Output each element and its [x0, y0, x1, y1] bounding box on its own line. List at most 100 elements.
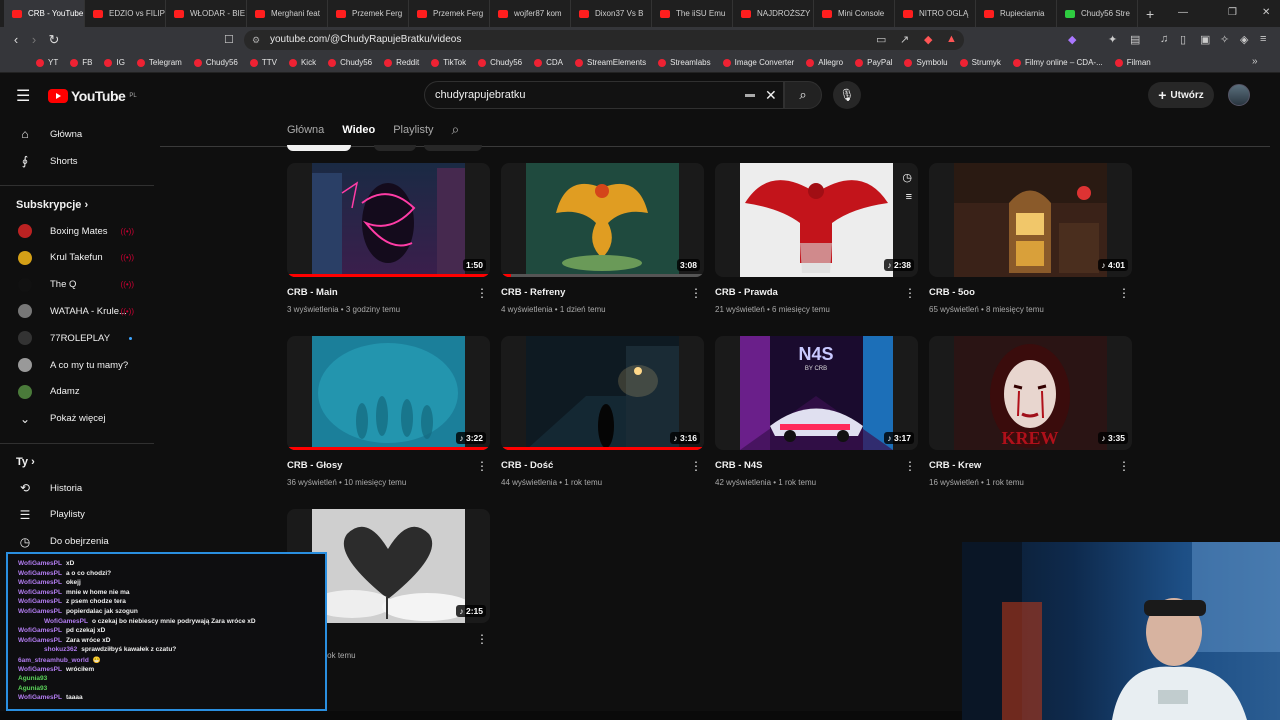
more-options-icon[interactable]: ⋮	[904, 287, 916, 299]
more-options-icon[interactable]: ⋮	[1118, 460, 1130, 472]
video-title[interactable]: CRB - Głosy	[287, 460, 342, 471]
sidebar-item[interactable]: ⟲ Historia	[0, 475, 154, 501]
menu-icon[interactable]: ≡	[1260, 33, 1266, 45]
sidebar-item[interactable]: A co my tu mamy?	[0, 352, 154, 378]
sidebar-item[interactable]: Krul Takefun ((•))	[0, 245, 154, 271]
more-bookmarks-icon[interactable]: »	[1252, 56, 1258, 67]
browser-tab[interactable]: Mini Console	[814, 0, 895, 27]
youtube-logo[interactable]: YouTube PL	[48, 88, 137, 104]
browser-tab[interactable]: Przemek Ferg	[409, 0, 490, 27]
bookmark-item[interactable]: Symbolu	[904, 58, 948, 67]
search-button[interactable]: ⌕	[784, 81, 822, 109]
bookmark-item[interactable]: CDA	[534, 58, 563, 67]
sidebar-item[interactable]: ⌄ Pokaż więcej	[0, 406, 154, 432]
bookmark-item[interactable]: Chudy56	[478, 58, 522, 67]
video-thumbnail[interactable]: KREW ♪ 3:35	[929, 336, 1132, 450]
search-input[interactable]: chudyrapujebratku ▬ ✕	[424, 81, 784, 109]
video-card[interactable]: 3:08 CRB - Refreny 4 wyświetlenia • 1 dzie…	[501, 163, 704, 323]
browser-tab[interactable]: Chudy56 Stre	[1057, 0, 1138, 27]
video-card[interactable]: ♪ 4:01 CRB - 5oo 65 wyświetleń • 8 miesięc…	[929, 163, 1132, 323]
sidebar-item[interactable]: ∮ Shorts	[0, 148, 154, 174]
share-icon[interactable]: ↗	[900, 33, 909, 46]
sidebar-item[interactable]: Adamz	[0, 379, 154, 405]
bookmark-star-icon[interactable]: ☐	[224, 33, 234, 46]
vpn-icon[interactable]: ◈	[1240, 33, 1248, 46]
browser-tab[interactable]: CRB - YouTube✕	[4, 0, 85, 27]
video-thumbnail[interactable]: 1:50	[287, 163, 490, 277]
video-thumbnail[interactable]: ♪ 4:01	[929, 163, 1132, 277]
bookmark-item[interactable]: Reddit	[384, 58, 419, 67]
close-window-icon[interactable]: ✕	[1262, 7, 1270, 18]
bookmark-item[interactable]: Strumyk	[959, 58, 1001, 67]
browser-tab[interactable]: Merghani feat	[247, 0, 328, 27]
video-title[interactable]: CRB - Prawda	[715, 287, 778, 298]
tab-home[interactable]: Główna	[287, 124, 324, 136]
video-title[interactable]: CRB - Refreny	[501, 287, 565, 298]
browser-tab[interactable]: NAJDROŻSZY	[733, 0, 814, 27]
bookmark-item[interactable]: TTV	[249, 58, 277, 67]
video-title[interactable]: CRB - Krew	[929, 460, 981, 471]
video-thumbnail[interactable]: ♪ 2:38 ◷ ≡	[715, 163, 918, 277]
browser-tab[interactable]: Rupieciarnia	[976, 0, 1057, 27]
wallet-icon[interactable]: ▣	[1200, 33, 1210, 46]
cast-icon[interactable]: ▭	[876, 33, 886, 46]
reader-icon[interactable]: ▯	[1180, 33, 1186, 46]
url-field[interactable]: ⚙ youtube.com/@ChudyRapujeBratku/videos	[244, 30, 964, 50]
puzzle-icon[interactable]: ✦	[1108, 33, 1117, 46]
bookmark-item[interactable]: Streamlabs	[658, 58, 711, 67]
site-info-icon[interactable]: ⚙	[252, 30, 260, 50]
browser-tab[interactable]: WŁODAR - BIE	[166, 0, 247, 27]
video-card[interactable]: ♪ 3:22 CRB - Głosy 36 wyświetleń • 10 mies…	[287, 336, 490, 496]
video-thumbnail[interactable]: ♪ 3:22	[287, 336, 490, 450]
browser-tab[interactable]: NITRO OGLĄ	[895, 0, 976, 27]
more-options-icon[interactable]: ⋮	[476, 287, 488, 299]
bookmark-item[interactable]: YT	[36, 58, 58, 67]
add-to-queue-icon[interactable]: ≡	[906, 191, 912, 203]
more-options-icon[interactable]: ⋮	[476, 633, 488, 645]
bookmark-item[interactable]: Allegro	[806, 58, 843, 67]
bookmark-item[interactable]: Chudy56	[328, 58, 372, 67]
filter-chip-oldest[interactable]	[424, 145, 482, 151]
video-thumbnail[interactable]: N4S BY CRB ♪ 3:17	[715, 336, 918, 450]
tab-videos[interactable]: Wideo	[342, 124, 375, 136]
bookmark-item[interactable]: Image Converter	[722, 58, 794, 67]
sidebar-icon[interactable]: ▤	[1130, 33, 1140, 46]
video-title[interactable]: CRB - Main	[287, 287, 338, 298]
channel-search-icon[interactable]: ⌕	[452, 121, 460, 138]
bookmark-item[interactable]: PayPal	[855, 58, 892, 67]
account-avatar[interactable]	[1228, 84, 1250, 106]
bookmark-item[interactable]: Chudy56	[193, 58, 238, 67]
bookmark-item[interactable]: TikTok	[431, 58, 466, 67]
rewards-icon[interactable]: ▲	[946, 33, 957, 45]
bookmark-item[interactable]: Filman	[1114, 58, 1151, 67]
more-options-icon[interactable]: ⋮	[904, 460, 916, 472]
bookmark-item[interactable]: Telegram	[136, 58, 182, 67]
more-options-icon[interactable]: ⋮	[690, 460, 702, 472]
sidebar-item[interactable]: 77ROLEPLAY	[0, 325, 154, 351]
video-card[interactable]: ♪ 3:16 CRB - Dość 44 wyświetlenia • 1 rok …	[501, 336, 704, 496]
forward-icon[interactable]: ›	[24, 32, 44, 47]
filter-chip-latest[interactable]	[287, 145, 351, 151]
sidebar-item[interactable]: ☰ Playlisty	[0, 502, 154, 528]
more-options-icon[interactable]: ⋮	[690, 287, 702, 299]
video-title[interactable]: CRB - N4S	[715, 460, 763, 471]
browser-tab[interactable]: The iiSU Emu	[652, 0, 733, 27]
tab-playlists[interactable]: Playlisty	[393, 124, 433, 136]
more-options-icon[interactable]: ⋮	[476, 460, 488, 472]
bookmark-item[interactable]: IG	[104, 58, 125, 67]
restore-icon[interactable]: ❐	[1228, 7, 1237, 18]
extension-icon[interactable]: ◆	[1068, 33, 1076, 46]
video-card[interactable]: 1:50 CRB - Main 3 wyświetlenia • 3 godziny…	[287, 163, 490, 323]
back-icon[interactable]: ‹	[6, 32, 26, 47]
hamburger-menu-icon[interactable]: ☰	[16, 86, 30, 106]
leo-icon[interactable]: ✧	[1220, 33, 1229, 46]
voice-search-button[interactable]: 🎙	[833, 81, 861, 109]
video-title[interactable]: CRB - 5oo	[929, 287, 975, 298]
watch-later-icon[interactable]: ◷	[902, 171, 912, 184]
sidebar-item[interactable]: WATAHA - Krule... ((•))	[0, 298, 154, 324]
subscriptions-heading[interactable]: Subskrypcje ›	[16, 199, 88, 211]
sidebar-item[interactable]: ◷ Do obejrzenia	[0, 529, 154, 555]
video-thumbnail[interactable]: 3:08	[501, 163, 704, 277]
video-title[interactable]: CRB - Dość	[501, 460, 553, 471]
bookmark-item[interactable]: StreamElements	[575, 58, 646, 67]
